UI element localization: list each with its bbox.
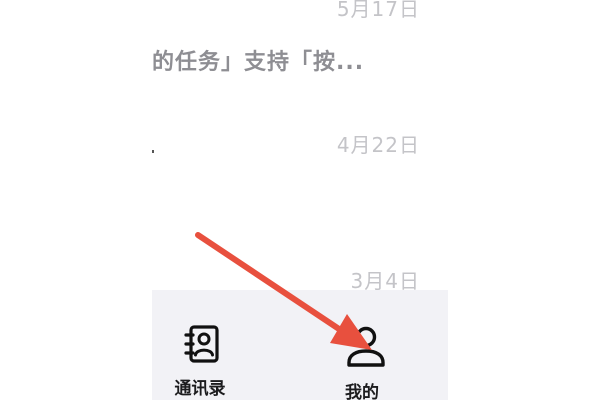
contacts-book-icon [184,325,219,363]
message-date: 4月22日 [336,133,420,157]
tab-contacts[interactable]: 通讯录 [140,290,260,400]
tab-contacts-label: 通讯录 [174,379,226,399]
message-date: 5月17日 [336,0,420,21]
tab-mine[interactable]: 我的 [302,290,422,400]
screen: 5月17日 的任务」支持「按... 4月22日 3月4日 通讯录 我的 [0,0,600,400]
tab-mine-label: 我的 [345,383,379,400]
message-preview[interactable]: 的任务」支持「按... [152,44,402,78]
tab-bar: 通讯录 我的 [152,290,448,400]
person-icon [347,326,385,367]
text-fragment [152,150,154,153]
